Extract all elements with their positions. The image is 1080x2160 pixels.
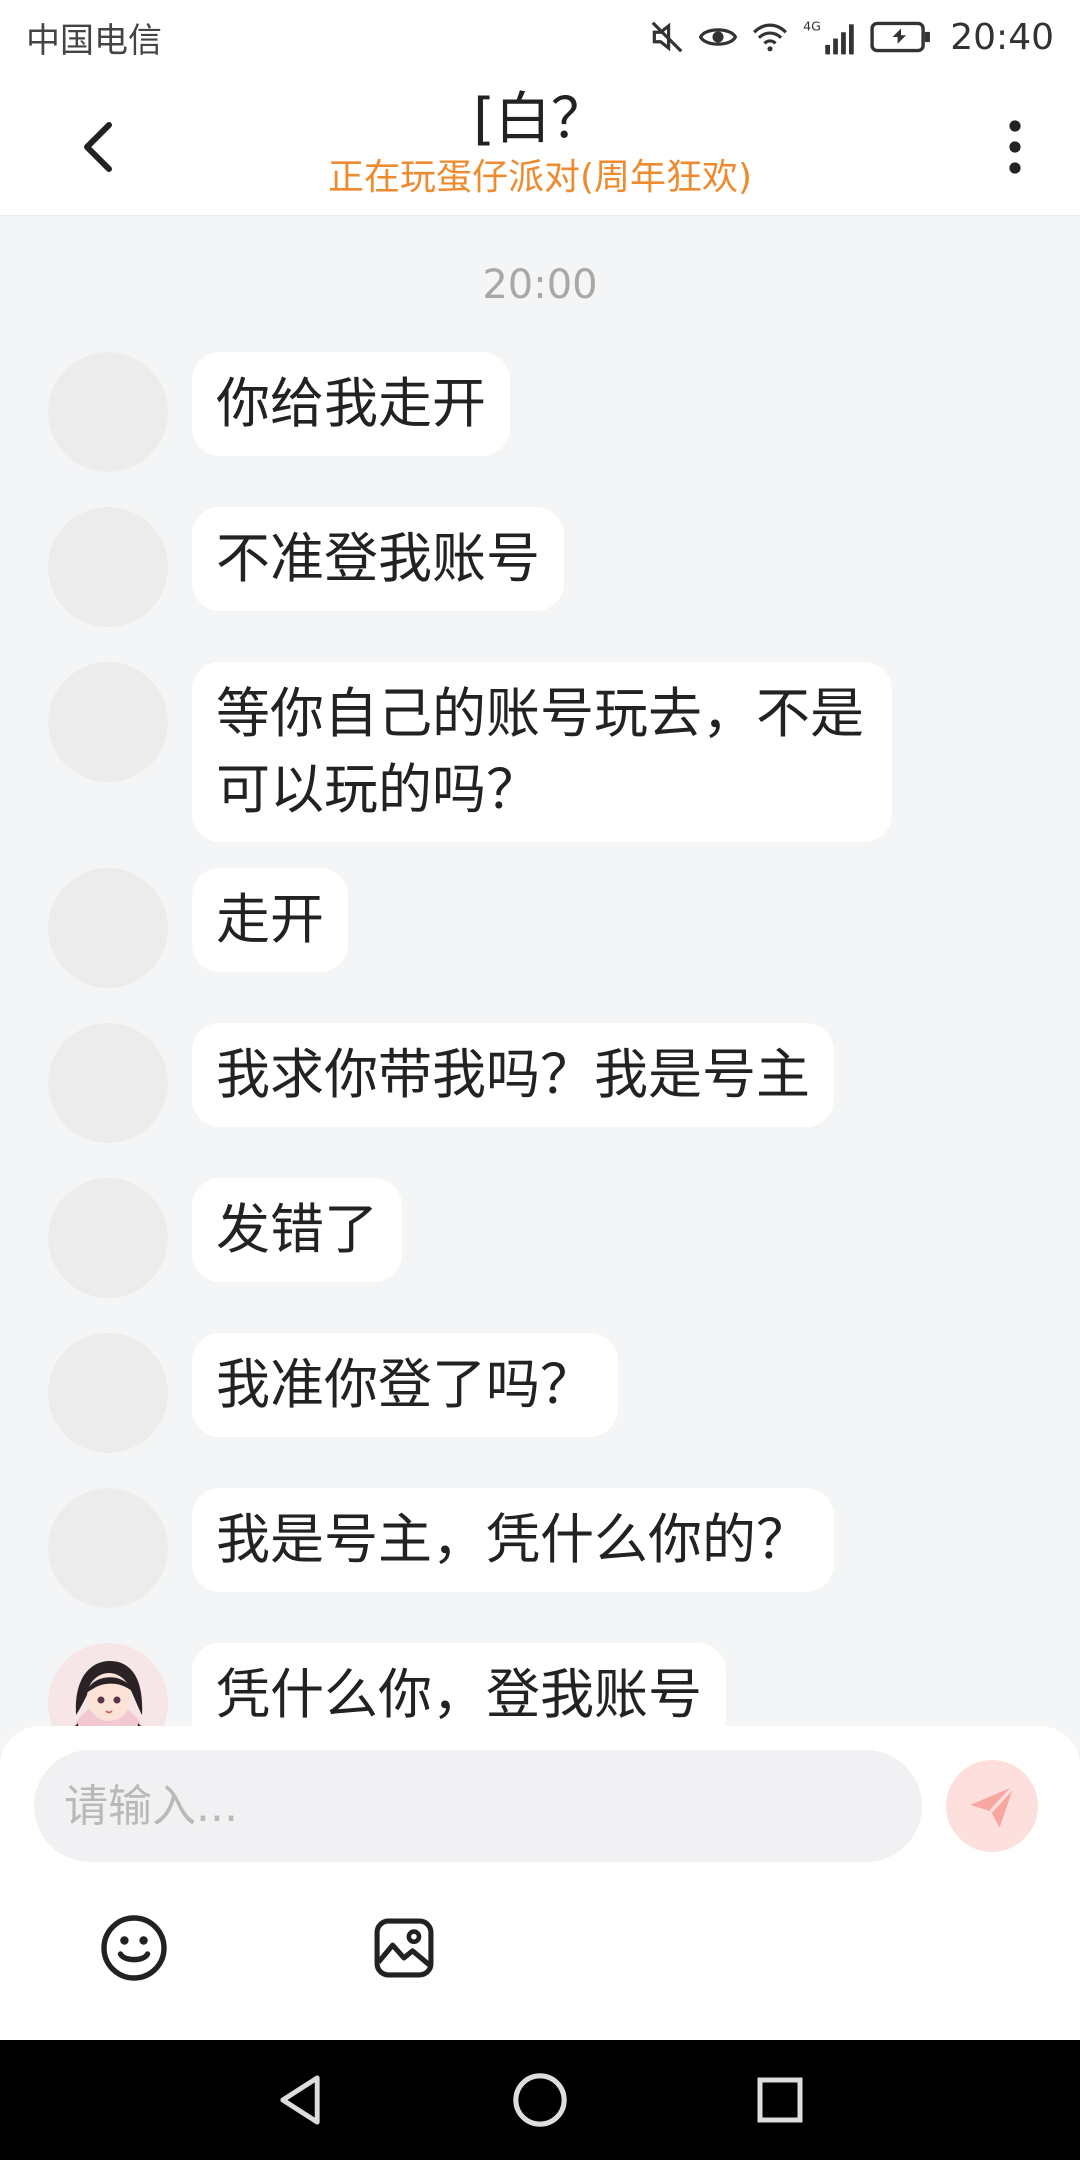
title-block: [白？ 正在玩蛋仔派对(周年狂欢): [0, 84, 1080, 200]
chat-subtitle: 正在玩蛋仔派对(周年狂欢): [327, 157, 753, 198]
message-row: 不准登我账号: [48, 507, 564, 627]
avatar[interactable]: [48, 1333, 168, 1453]
image-button[interactable]: [366, 1910, 442, 1986]
avatar[interactable]: [48, 1178, 168, 1298]
square-recents-icon: [757, 2077, 803, 2123]
message-row: 凭什么你，登我账号: [48, 1643, 726, 1726]
message-bubble[interactable]: 等你自己的账号玩去，不是可以玩的吗？: [192, 662, 892, 842]
avatar[interactable]: [48, 662, 168, 782]
emoji-button[interactable]: [96, 1910, 172, 1986]
message-bubble[interactable]: 不准登我账号: [192, 507, 564, 611]
clock: 20:40: [950, 16, 1054, 58]
message-bubble[interactable]: 走开: [192, 868, 348, 972]
message-row: 我求你带我吗？我是号主: [48, 1023, 834, 1143]
battery-icon: [870, 17, 932, 57]
triangle-back-icon: [280, 2075, 320, 2125]
message-row: 你给我走开: [48, 352, 510, 472]
more-options-button[interactable]: [990, 112, 1040, 182]
message-timestamp: 20:00: [482, 262, 598, 308]
message-row: 发错了: [48, 1178, 402, 1298]
message-row: 我准你登了吗？: [48, 1333, 618, 1453]
message-bubble[interactable]: 我求你带我吗？我是号主: [192, 1023, 834, 1127]
chat-header: [白？ 正在玩蛋仔派对(周年狂欢): [0, 74, 1080, 216]
message-bubble[interactable]: 凭什么你，登我账号: [192, 1643, 726, 1726]
composer: [0, 1726, 1080, 2040]
nav-recents-button[interactable]: [750, 2070, 810, 2130]
status-icons: 4G 20:40: [648, 17, 1054, 58]
avatar[interactable]: [48, 1488, 168, 1608]
network-type-label: 4G: [803, 19, 821, 34]
message-input[interactable]: [34, 1750, 922, 1862]
message-row: 我是号主，凭什么你的？: [48, 1488, 834, 1608]
avatar[interactable]: [48, 352, 168, 472]
send-button[interactable]: [946, 1760, 1038, 1852]
message-bubble[interactable]: 我是号主，凭什么你的？: [192, 1488, 834, 1592]
image-icon: [374, 1918, 434, 1978]
chat-screen: 中国电信 4G 20:40 [白？ 正在玩蛋仔派对(周年狂欢) 20:00 你给…: [0, 0, 1080, 2160]
message-row: 走开: [48, 868, 348, 988]
circle-home-icon: [513, 2073, 567, 2127]
message-bubble[interactable]: 你给我走开: [192, 352, 510, 456]
eye-icon: [698, 17, 738, 57]
avatar[interactable]: [48, 507, 168, 627]
chat-title: [白？: [473, 87, 607, 152]
more-vertical-icon: [1009, 120, 1021, 174]
message-bubble[interactable]: 发错了: [192, 1178, 402, 1282]
avatar[interactable]: [48, 1023, 168, 1143]
system-nav-bar: [0, 2040, 1080, 2160]
anime-girl-avatar-icon: [48, 1643, 168, 1726]
send-icon: [970, 1785, 1015, 1828]
nav-back-button[interactable]: [270, 2070, 330, 2130]
signal-icon: 4G: [802, 17, 858, 57]
message-bubble[interactable]: 我准你登了吗？: [192, 1333, 618, 1437]
smiley-icon: [101, 1915, 167, 1981]
nav-home-button[interactable]: [510, 2070, 570, 2130]
message-list[interactable]: 20:00 你给我走开 不准登我账号 等你自己的账号玩去，不是可以玩的吗？ 走开…: [0, 216, 1080, 1726]
carrier-label: 中国电信: [26, 20, 162, 61]
avatar[interactable]: [48, 868, 168, 988]
wifi-icon: [750, 17, 790, 57]
avatar-photo[interactable]: [48, 1643, 168, 1726]
status-bar: 中国电信 4G 20:40: [0, 0, 1080, 74]
message-row: 等你自己的账号玩去，不是可以玩的吗？: [48, 662, 892, 842]
mute-icon: [648, 17, 686, 57]
